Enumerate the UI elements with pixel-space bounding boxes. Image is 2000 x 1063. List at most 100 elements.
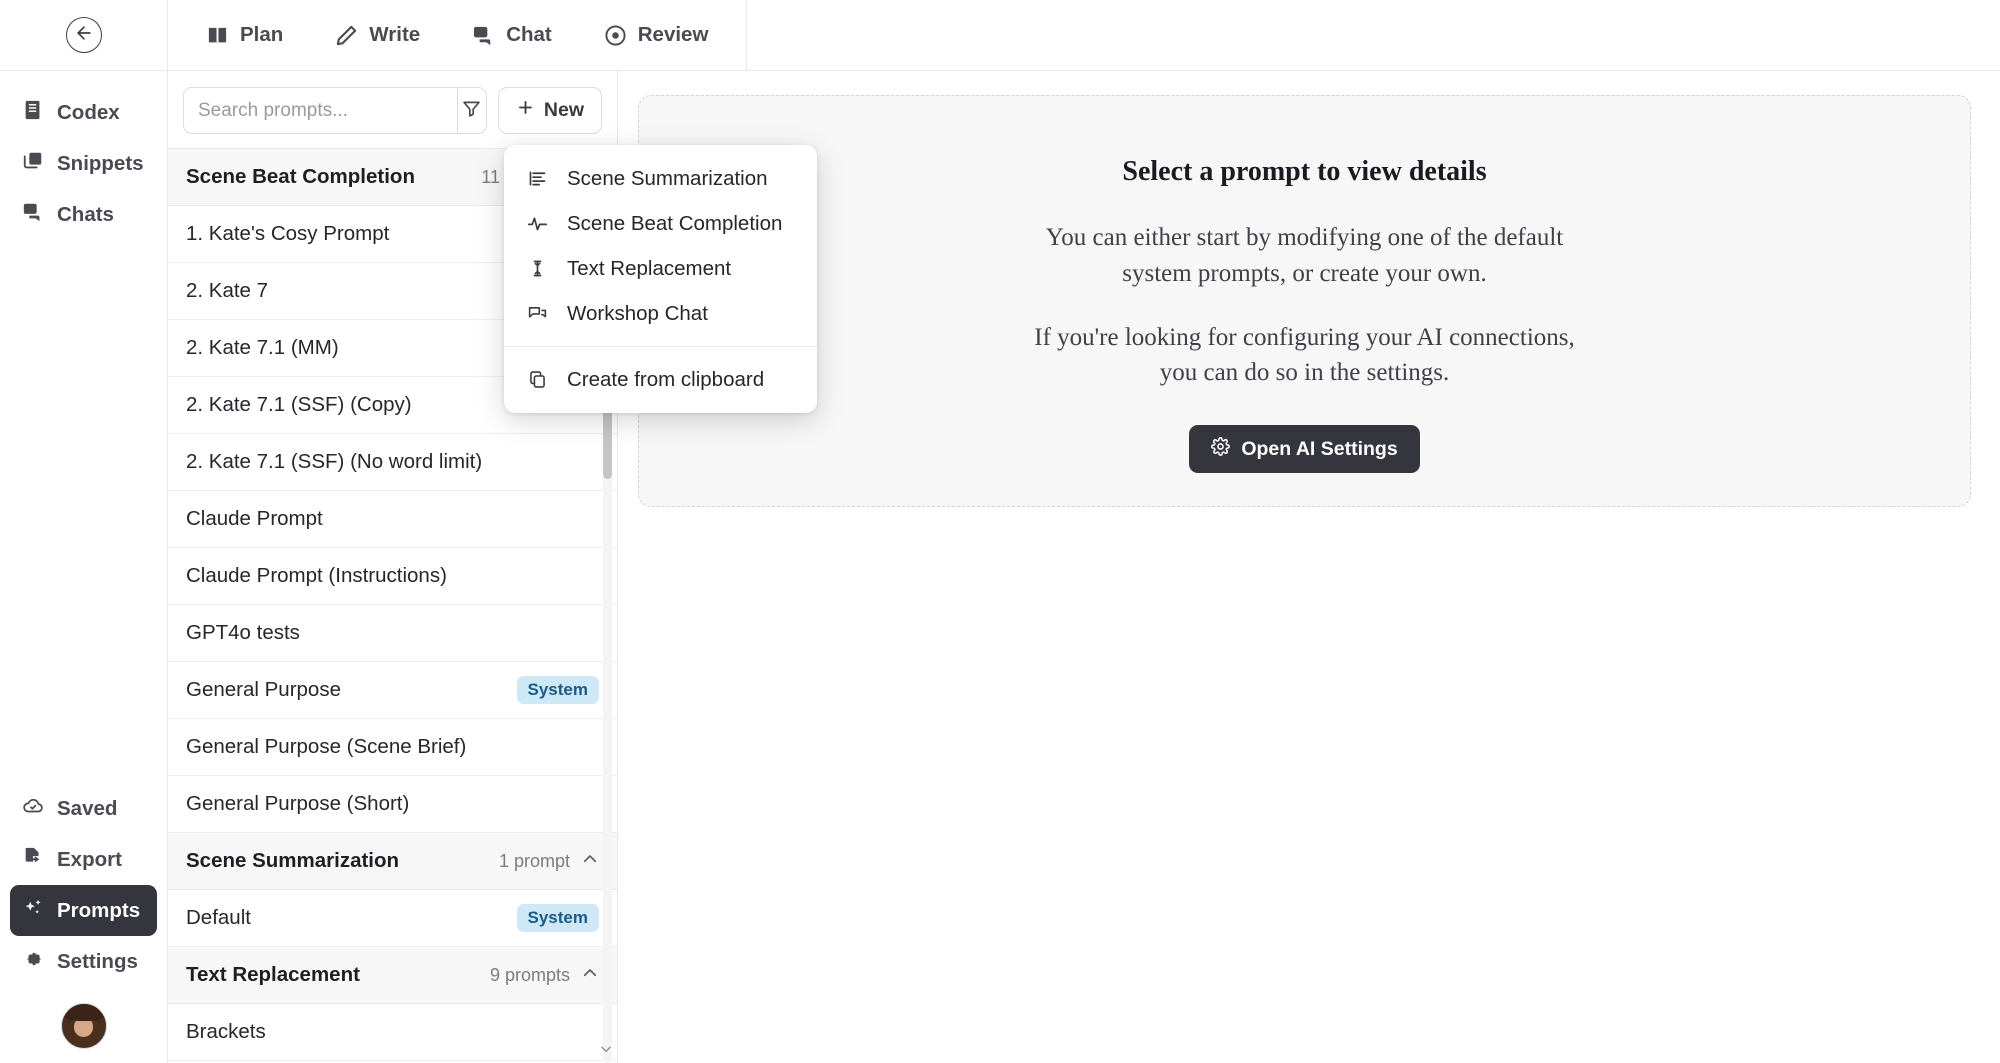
- table-row[interactable]: General Purpose System: [168, 662, 617, 719]
- menu-item-text-replacement[interactable]: Text Replacement: [504, 246, 817, 291]
- prompt-label: 2. Kate 7.1 (SSF) (No word limit): [186, 450, 483, 473]
- status-badge: System: [516, 676, 599, 704]
- text-cursor-icon: [524, 258, 550, 279]
- chat-bubbles-icon: [524, 303, 550, 324]
- chat-bubbles-icon: [472, 24, 495, 47]
- sidebar-item-prompts-label: Prompts: [57, 898, 141, 922]
- table-row[interactable]: Default System: [168, 890, 617, 947]
- top-bar-empty-area: [747, 0, 2000, 70]
- left-sidebar: Codex Snippets Chats Saved Export Prompt…: [0, 71, 168, 1063]
- menu-item-scene-summarization[interactable]: Scene Summarization: [504, 156, 817, 201]
- sidebar-item-prompts[interactable]: Prompts: [10, 885, 157, 936]
- prompt-label: GPT4o tests: [186, 621, 300, 644]
- menu-item-label: Workshop Chat: [567, 301, 708, 325]
- table-row[interactable]: GPT4o tests: [168, 605, 617, 662]
- pencil-icon: [335, 24, 358, 47]
- sparkles-icon: [22, 897, 44, 925]
- new-prompt-button[interactable]: New: [497, 87, 602, 134]
- group-count: 1 prompt: [498, 850, 570, 871]
- group-title: Scene Beat Completion: [186, 165, 415, 188]
- menu-item-workshop-chat[interactable]: Workshop Chat: [504, 291, 817, 336]
- tab-plan-label: Plan: [240, 23, 284, 46]
- chat-bubbles-icon: [22, 201, 44, 229]
- arrow-left-circle-icon: [74, 23, 94, 48]
- status-badge: System: [516, 904, 599, 932]
- scroll-down-arrow-icon[interactable]: [599, 1042, 613, 1061]
- table-row[interactable]: General Purpose (Short): [168, 776, 617, 833]
- tab-plan[interactable]: Plan: [206, 23, 283, 47]
- gear-icon: [1211, 436, 1231, 462]
- new-prompt-button-label: New: [543, 99, 584, 121]
- sidebar-item-export-label: Export: [57, 847, 122, 871]
- prompt-label: Claude Prompt (Instructions): [186, 564, 447, 587]
- prompt-label: Brackets: [186, 1020, 266, 1043]
- body: Codex Snippets Chats Saved Export Prompt…: [0, 71, 2000, 1063]
- app-window: Plan Write Chat Review Codex Snippets Ch…: [0, 0, 2000, 1063]
- tab-write[interactable]: Write: [335, 23, 420, 47]
- table-row[interactable]: 2. Kate 7.1 (SSF) (No word limit): [168, 434, 617, 491]
- table-row[interactable]: General Purpose (Scene Brief): [168, 719, 617, 776]
- menu-item-create-from-clipboard[interactable]: Create from clipboard: [504, 357, 817, 402]
- sidebar-item-settings[interactable]: Settings: [10, 936, 157, 987]
- table-row[interactable]: Claude Prompt (Instructions): [168, 548, 617, 605]
- group-title: Scene Summarization: [186, 849, 400, 872]
- empty-state-paragraph-2: If you're looking for configuring your A…: [1034, 323, 1575, 387]
- top-bar: Plan Write Chat Review: [0, 0, 2000, 71]
- table-row[interactable]: Brackets: [168, 1004, 617, 1061]
- sidebar-item-chats-label: Chats: [57, 202, 114, 226]
- tab-chat-label: Chat: [506, 23, 552, 46]
- activity-pulse-icon: [524, 213, 550, 234]
- sidebar-item-chats[interactable]: Chats: [10, 189, 157, 240]
- gear-icon: [22, 948, 44, 976]
- layers-icon: [22, 150, 44, 178]
- sidebar-item-codex-label: Codex: [57, 100, 120, 124]
- sidebar-item-snippets-label: Snippets: [57, 151, 144, 175]
- back-button[interactable]: [65, 17, 102, 53]
- table-row[interactable]: Claude Prompt: [168, 491, 617, 548]
- empty-state-card: Select a prompt to view details You can …: [638, 95, 1971, 507]
- menu-item-scene-beat-completion[interactable]: Scene Beat Completion: [504, 201, 817, 246]
- book-icon: [22, 99, 44, 127]
- prompt-label: General Purpose (Short): [186, 792, 410, 815]
- menu-item-label: Scene Summarization: [567, 166, 768, 190]
- sidebar-item-export[interactable]: Export: [10, 834, 157, 885]
- tab-write-label: Write: [369, 23, 421, 46]
- prompt-label: General Purpose (Scene Brief): [186, 735, 467, 758]
- sidebar-item-settings-label: Settings: [57, 949, 138, 973]
- sidebar-item-codex[interactable]: Codex: [10, 87, 157, 138]
- new-prompt-dropdown-menu: Scene Summarization Scene Beat Completio…: [504, 145, 817, 413]
- file-export-icon: [22, 846, 44, 874]
- prompt-label: 2. Kate 7.1 (SSF) (Copy): [186, 393, 412, 416]
- prompt-label: 2. Kate 7.1 (MM): [186, 336, 339, 359]
- sidebar-item-saved-label: Saved: [57, 796, 118, 820]
- avatar[interactable]: [60, 1003, 107, 1049]
- group-title: Text Replacement: [186, 963, 360, 986]
- top-bar-left: [0, 0, 168, 70]
- prompt-label: 2. Kate 7: [186, 279, 269, 302]
- tab-chat[interactable]: Chat: [472, 23, 552, 47]
- menu-item-label: Create from clipboard: [567, 367, 765, 391]
- tab-review[interactable]: Review: [604, 23, 709, 47]
- tab-review-label: Review: [637, 23, 709, 46]
- open-ai-settings-button[interactable]: Open AI Settings: [1189, 425, 1420, 473]
- group-header-right: 1 prompt: [499, 850, 599, 873]
- sidebar-item-saved[interactable]: Saved: [10, 783, 157, 834]
- prompt-list-toolbar: New: [168, 71, 617, 148]
- empty-state-paragraph-1: You can either start by modifying one of…: [1045, 224, 1564, 287]
- chevron-up-icon[interactable]: [581, 850, 599, 873]
- clipboard-copy-icon: [524, 369, 550, 390]
- group-header-scene-summarization[interactable]: Scene Summarization 1 prompt: [168, 833, 617, 890]
- open-ai-settings-label: Open AI Settings: [1241, 437, 1398, 460]
- filter-button[interactable]: [457, 88, 486, 133]
- eye-icon: [604, 24, 627, 47]
- search-input[interactable]: [184, 88, 457, 133]
- group-header-text-replacement[interactable]: Text Replacement 9 prompts: [168, 947, 617, 1004]
- group-count: 9 prompts: [489, 964, 570, 985]
- cloud-check-icon: [22, 795, 44, 823]
- chevron-up-icon[interactable]: [581, 964, 599, 987]
- sidebar-item-snippets[interactable]: Snippets: [10, 138, 157, 189]
- detail-pane: Select a prompt to view details You can …: [618, 71, 2000, 1063]
- menu-item-label: Scene Beat Completion: [567, 211, 783, 235]
- filter-icon: [461, 98, 482, 124]
